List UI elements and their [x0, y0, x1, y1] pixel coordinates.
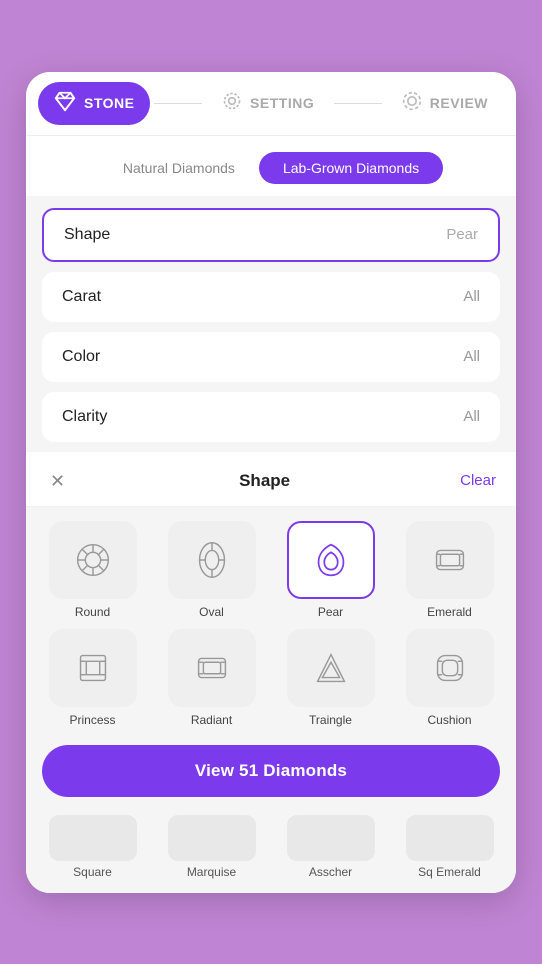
shape-item-pear[interactable]: Pear: [276, 521, 385, 619]
filter-shape[interactable]: Shape Pear: [42, 208, 500, 262]
shape-item-radiant[interactable]: Radiant: [157, 629, 266, 727]
filter-color[interactable]: Color All: [42, 332, 500, 382]
nav-divider-1: [154, 103, 202, 104]
cta-row: View 51 Diamonds: [26, 735, 516, 809]
shape-item-emerald[interactable]: Emerald: [395, 521, 504, 619]
nav-step-review[interactable]: REVIEW: [386, 83, 504, 124]
shape-item-traingle[interactable]: Traingle: [276, 629, 385, 727]
shape-icon-asscher: [287, 815, 375, 861]
shape-icon-emerald: [406, 521, 494, 599]
shape-modal-header: ✕ Shape Clear: [26, 452, 516, 507]
shape-label-princess: Princess: [69, 713, 115, 727]
shape-item-round[interactable]: Round: [38, 521, 147, 619]
shape-grid: Round Oval: [26, 507, 516, 735]
shape-label-cushion: Cushion: [427, 713, 471, 727]
shape-icon-sq-emerald: [406, 815, 494, 861]
shape-icon-round: [49, 521, 137, 599]
tab-lab-grown-diamonds[interactable]: Lab-Grown Diamonds: [259, 152, 443, 184]
filter-carat-label: Carat: [62, 288, 101, 306]
shape-icon-princess: [49, 629, 137, 707]
shape-label-marquise: Marquise: [187, 865, 236, 879]
shape-label-pear: Pear: [318, 605, 343, 619]
shape-label-asscher: Asscher: [309, 865, 352, 879]
shape-item-cushion[interactable]: Cushion: [395, 629, 504, 727]
shape-item-princess[interactable]: Princess: [38, 629, 147, 727]
filter-shape-value: Pear: [446, 226, 478, 243]
shape-label-emerald: Emerald: [427, 605, 472, 619]
diamond-type-tabs: Natural Diamonds Lab-Grown Diamonds: [26, 136, 516, 196]
top-nav: STONE SETTING REVIEW: [26, 72, 516, 136]
filters-section: Shape Pear Carat All Color All Clarity A…: [26, 196, 516, 442]
shape-item-oval[interactable]: Oval: [157, 521, 266, 619]
tab-natural-diamonds[interactable]: Natural Diamonds: [99, 152, 259, 184]
shape-label-oval: Oval: [199, 605, 224, 619]
close-button[interactable]: ✕: [46, 468, 69, 494]
shape-item-sq-emerald[interactable]: Sq Emerald: [395, 815, 504, 879]
shape-item-asscher[interactable]: Asscher: [276, 815, 385, 879]
filter-clarity[interactable]: Clarity All: [42, 392, 500, 442]
nav-divider-2: [334, 103, 382, 104]
shape-icon-marquise: [168, 815, 256, 861]
filter-clarity-value: All: [463, 408, 480, 425]
ring-icon-review: [402, 91, 422, 116]
filter-carat-value: All: [463, 288, 480, 305]
ring-icon-setting: [222, 91, 242, 116]
shape-label-radiant: Radiant: [191, 713, 232, 727]
clear-button[interactable]: Clear: [460, 472, 496, 489]
shape-icon-radiant: [168, 629, 256, 707]
shape-item-marquise[interactable]: Marquise: [157, 815, 266, 879]
shape-icon-pear: [287, 521, 375, 599]
shape-modal-title: Shape: [69, 471, 460, 491]
diamond-icon: [54, 90, 76, 117]
filter-color-label: Color: [62, 348, 100, 366]
shape-icon-oval: [168, 521, 256, 599]
shape-icon-cushion: [406, 629, 494, 707]
view-diamonds-button[interactable]: View 51 Diamonds: [42, 745, 500, 797]
filter-color-value: All: [463, 348, 480, 365]
shape-icon-traingle: [287, 629, 375, 707]
shape-icon-square: [49, 815, 137, 861]
bottom-shape-labels: Square Marquise Asscher Sq Emerald: [26, 809, 516, 893]
shape-item-square[interactable]: Square: [38, 815, 147, 879]
nav-step-setting[interactable]: SETTING: [206, 83, 330, 124]
shape-label-traingle: Traingle: [309, 713, 352, 727]
nav-step-setting-label: SETTING: [250, 95, 314, 111]
filter-shape-label: Shape: [64, 226, 110, 244]
nav-step-stone[interactable]: STONE: [38, 82, 150, 125]
nav-step-review-label: REVIEW: [430, 95, 488, 111]
filter-clarity-label: Clarity: [62, 408, 107, 426]
shape-label-sq-emerald: Sq Emerald: [418, 865, 481, 879]
filter-carat[interactable]: Carat All: [42, 272, 500, 322]
shape-label-round: Round: [75, 605, 110, 619]
shape-modal: ✕ Shape Clear: [26, 452, 516, 893]
nav-step-stone-label: STONE: [84, 95, 134, 111]
shape-label-square: Square: [73, 865, 112, 879]
